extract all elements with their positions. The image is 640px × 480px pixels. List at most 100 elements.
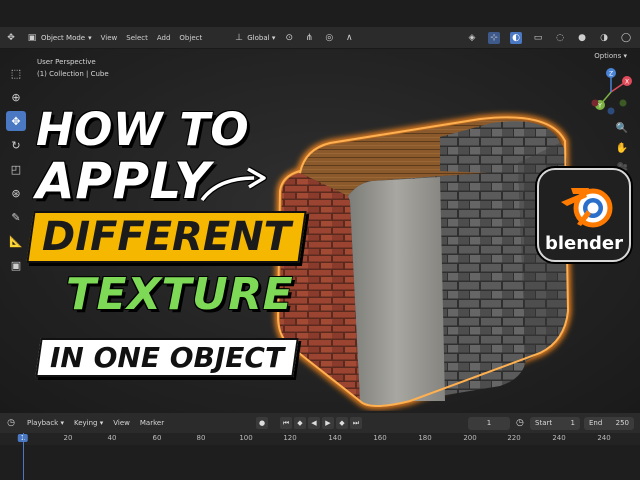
menu-select[interactable]: Select (126, 34, 148, 42)
gizmo-y-label: Y (597, 103, 602, 110)
end-value: 250 (615, 418, 629, 427)
solid-shading-icon[interactable]: ● (576, 32, 588, 44)
clock-icon[interactable]: ◷ (516, 418, 524, 428)
menu-object[interactable]: Object (179, 34, 202, 42)
headline-line-5: IN ONE OBJECT (50, 341, 285, 374)
jump-start-icon[interactable]: ⏮ (280, 417, 292, 429)
viewport-header: ✥ ▣ Object Mode ▾ View Select Add Object… (0, 27, 640, 49)
record-icon[interactable]: ● (256, 417, 268, 429)
end-label: End (589, 418, 603, 427)
annotate-tool-icon[interactable]: ✎ (6, 207, 26, 227)
current-frame-field[interactable]: 1 (468, 416, 510, 430)
tool-shelf: ⬚ ⊕ ✥ ↻ ◰ ⊛ ✎ 📐 ▣ (6, 63, 26, 275)
timeline-tracks[interactable] (0, 445, 640, 480)
prev-keyframe-icon[interactable]: ◆ (294, 417, 306, 429)
menu-playback[interactable]: Playback ▾ (27, 419, 64, 427)
jump-end-icon[interactable]: ⏭ (350, 417, 362, 429)
scale-tool-icon[interactable]: ◰ (6, 159, 26, 179)
frame-tick: 240 (597, 434, 611, 442)
headline-line-3: DIFFERENT (42, 214, 291, 260)
yellow-banner: DIFFERENT (26, 211, 307, 263)
menu-timeline-view[interactable]: View (113, 419, 130, 427)
frame-tick: 20 (63, 434, 73, 442)
frame-tick: 40 (107, 434, 117, 442)
white-banner: IN ONE OBJECT (35, 338, 299, 377)
mode-dropdown[interactable]: ▣ Object Mode ▾ (26, 32, 92, 44)
frame-tick: 180 (418, 434, 432, 442)
end-frame-field[interactable]: End 250 (584, 416, 634, 430)
start-value: 1 (570, 418, 575, 427)
transform-orientation-dropdown[interactable]: ⊥ Global ▾ (233, 32, 275, 44)
xray-icon[interactable]: ▭ (532, 32, 544, 44)
wireframe-shading-icon[interactable]: ◌ (554, 32, 566, 44)
collection-label: (1) Collection | Cube (37, 70, 109, 78)
chevron-down-icon: ▾ (623, 52, 627, 60)
chevron-down-icon: ▾ (271, 33, 276, 42)
headline-line-2: APPLY (36, 152, 211, 210)
gizmo-x-label: X (625, 79, 629, 86)
textured-cube (274, 114, 572, 409)
orientation-label: Global (247, 33, 270, 42)
timeline-editor-icon[interactable]: ◷ (5, 417, 17, 429)
blender-logo: blender (537, 168, 631, 262)
overlay-toggle-icon[interactable]: ◐ (510, 31, 522, 44)
playback-label: Playback (27, 419, 59, 427)
headline-line-4: TEXTURE (66, 269, 294, 320)
headline-line-1: HOW TO (36, 103, 250, 156)
timeline-header: ◷ Playback ▾ Keying ▾ View Marker ● ⏮ ◆ … (0, 413, 640, 433)
object-mode-icon: ▣ (27, 32, 37, 43)
options-dropdown[interactable]: Options ▾ (594, 52, 627, 60)
frame-tick: 240 (552, 434, 566, 442)
measure-tool-icon[interactable]: 📐 (6, 231, 26, 251)
frame-tick: 160 (373, 434, 387, 442)
menu-add[interactable]: Add (157, 34, 171, 42)
gizmo-toggle-icon[interactable]: ⊹ (488, 31, 500, 44)
chevron-down-icon: ▾ (99, 419, 104, 427)
play-reverse-icon[interactable]: ◀ (308, 417, 320, 429)
menu-view[interactable]: View (101, 34, 118, 42)
blender-logo-text: blender (544, 233, 624, 254)
menu-keying[interactable]: Keying ▾ (74, 419, 103, 427)
chevron-down-icon: ▾ (88, 33, 92, 42)
frame-tick: 220 (507, 434, 521, 442)
editor-type-icon[interactable]: ✥ (5, 32, 17, 44)
orientation-icon: ⊥ (235, 32, 243, 43)
transform-tool-icon[interactable]: ⊛ (6, 183, 26, 203)
add-cube-tool-icon[interactable]: ▣ (6, 255, 26, 275)
playback-controls: ● ⏮ ◆ ◀ ▶ ◆ ⏭ (256, 417, 362, 429)
material-shading-icon[interactable]: ◑ (598, 32, 610, 44)
playhead[interactable] (23, 433, 24, 480)
frame-tick: 100 (239, 434, 253, 442)
timeline-ruler[interactable]: 1 20 40 60 80 100 120 140 160 180 200 22… (0, 433, 640, 445)
mode-label: Object Mode (41, 33, 86, 42)
select-box-tool-icon[interactable]: ⬚ (6, 63, 26, 83)
visibility-icon[interactable]: ◈ (466, 32, 478, 44)
pan-hand-icon[interactable]: ✋ (615, 141, 629, 155)
frame-tick: 120 (283, 434, 297, 442)
cursor-tool-icon[interactable]: ⊕ (6, 87, 26, 107)
frame-tick: 60 (152, 434, 162, 442)
options-label: Options (594, 52, 622, 60)
next-keyframe-icon[interactable]: ◆ (336, 417, 348, 429)
snap-icon[interactable]: ⋔ (303, 32, 315, 44)
start-frame-field[interactable]: Start 1 (530, 416, 580, 430)
pivot-icon[interactable]: ⊙ (283, 32, 295, 44)
rotate-tool-icon[interactable]: ↻ (6, 135, 26, 155)
play-icon[interactable]: ▶ (322, 417, 334, 429)
rendered-shading-icon[interactable]: ◯ (620, 32, 632, 44)
frame-tick: 200 (463, 434, 477, 442)
falloff-icon[interactable]: ∧ (343, 32, 355, 44)
menu-marker[interactable]: Marker (140, 419, 164, 427)
move-tool-icon[interactable]: ✥ (6, 111, 26, 131)
perspective-label: User Perspective (37, 58, 96, 66)
keying-label: Keying (73, 419, 98, 427)
viewport-info: User Perspective (1) Collection | Cube (37, 56, 109, 80)
chevron-down-icon: ▾ (60, 419, 64, 427)
frame-tick: 80 (196, 434, 206, 442)
proportional-edit-icon[interactable]: ◎ (323, 32, 335, 44)
blender-logo-icon (561, 188, 613, 228)
gizmo-z-label: Z (609, 71, 613, 78)
navigation-gizmo[interactable]: X Y Z (586, 67, 636, 117)
start-label: Start (535, 418, 553, 427)
zoom-icon[interactable]: 🔍 (615, 121, 629, 135)
